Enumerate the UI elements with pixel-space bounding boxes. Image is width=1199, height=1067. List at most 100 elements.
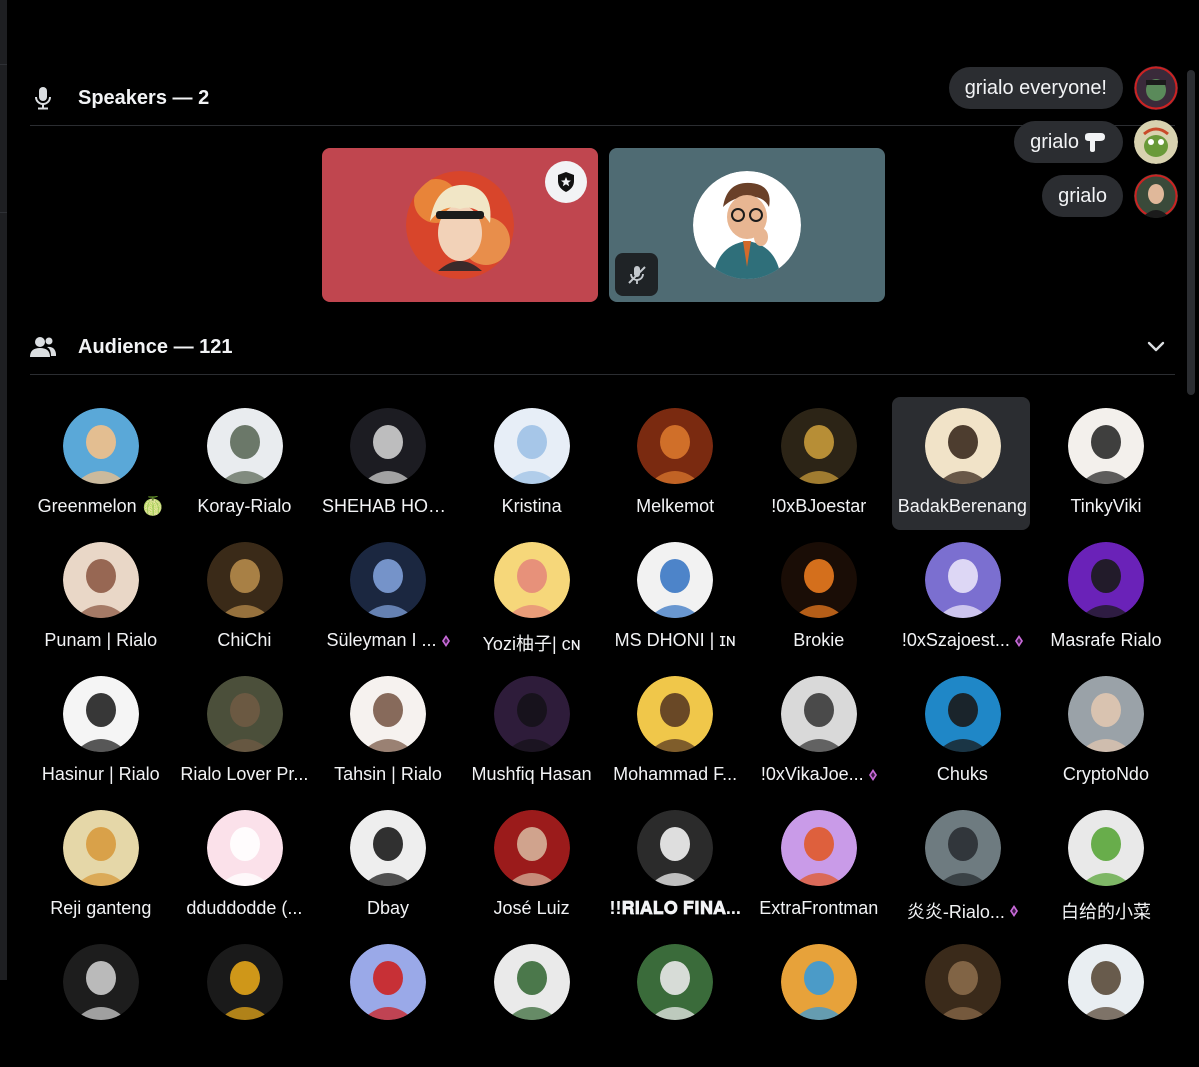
member-name: Yozi柚子| ᴄɴ: [482, 634, 581, 654]
people-icon: [30, 334, 56, 360]
left-panel-edge: [0, 0, 7, 980]
audience-member[interactable]: Greenmelon 🍈: [29, 397, 173, 531]
avatar[interactable]: [1068, 944, 1145, 1020]
audience-member[interactable]: !0xBJoestar: [747, 397, 891, 531]
avatar[interactable]: [1068, 676, 1145, 752]
avatar[interactable]: [350, 676, 427, 752]
audience-member[interactable]: Yozi柚子| ᴄɴ: [460, 531, 604, 665]
audience-member[interactable]: [1034, 933, 1178, 1067]
audience-member[interactable]: Rialo Lover Pr...: [173, 665, 317, 799]
audience-member[interactable]: Mohammad F...: [603, 665, 747, 799]
audience-member[interactable]: [460, 933, 604, 1067]
avatar[interactable]: [350, 810, 427, 886]
audience-member[interactable]: !0xVikaJoe...: [747, 665, 891, 799]
avatar[interactable]: [637, 810, 714, 886]
server-tag-gem-icon: [441, 634, 450, 647]
avatar[interactable]: [780, 944, 857, 1020]
audience-member[interactable]: [747, 933, 891, 1067]
audience-member[interactable]: Punam | Rialo: [29, 531, 173, 665]
avatar[interactable]: [637, 676, 714, 752]
audience-member[interactable]: dduddodde (...: [173, 799, 317, 933]
avatar[interactable]: [206, 810, 283, 886]
avatar[interactable]: [493, 542, 570, 618]
audience-member[interactable]: Tahsin | Rialo: [316, 665, 460, 799]
avatar[interactable]: [637, 944, 714, 1020]
audience-member[interactable]: [891, 933, 1035, 1067]
audience-member[interactable]: Masrafe Rialo: [1034, 531, 1178, 665]
avatar[interactable]: [493, 676, 570, 752]
chevron-down-icon[interactable]: [1145, 336, 1167, 358]
audience-member[interactable]: [603, 933, 747, 1067]
avatar[interactable]: [1068, 810, 1145, 886]
speaker-tile[interactable]: [322, 148, 598, 302]
avatar[interactable]: [63, 944, 139, 1020]
audience-member[interactable]: Hasinur | Rialo: [29, 665, 173, 799]
audience-member[interactable]: Brokie: [747, 531, 891, 665]
reaction-message: grialo: [1014, 120, 1178, 164]
avatar[interactable]: [637, 408, 714, 484]
audience-member[interactable]: 炎炎-Rialo...: [891, 799, 1035, 933]
avatar[interactable]: [350, 542, 427, 618]
audience-member[interactable]: BadakBerenang: [891, 397, 1035, 531]
audience-member[interactable]: José Luiz: [460, 799, 604, 933]
avatar[interactable]: [1134, 174, 1178, 218]
avatar[interactable]: [63, 676, 139, 752]
avatar[interactable]: [63, 408, 139, 484]
audience-member[interactable]: !0xSzajoest...: [891, 531, 1035, 665]
avatar[interactable]: [63, 542, 139, 618]
avatar[interactable]: [350, 408, 427, 484]
avatar[interactable]: [1134, 120, 1178, 164]
avatar[interactable]: [63, 810, 139, 886]
audience-member[interactable]: 白给的小菜: [1034, 799, 1178, 933]
avatar[interactable]: [637, 542, 714, 618]
avatar[interactable]: [1134, 66, 1178, 110]
audience-member[interactable]: Dbay: [316, 799, 460, 933]
avatar[interactable]: [493, 944, 570, 1020]
avatar[interactable]: [780, 810, 857, 886]
member-name: BadakBerenang: [897, 496, 1027, 516]
audience-header[interactable]: Audience — 121: [30, 320, 1175, 375]
audience-member[interactable]: ChiChi: [173, 531, 317, 665]
avatar[interactable]: [1068, 542, 1145, 618]
scrollbar-thumb[interactable]: [1187, 70, 1195, 395]
speaker-tile[interactable]: [609, 148, 885, 302]
avatar[interactable]: [350, 944, 427, 1020]
avatar[interactable]: [493, 810, 570, 886]
speaker-avatar[interactable]: [693, 171, 801, 279]
divider: [0, 64, 7, 65]
avatar[interactable]: [780, 676, 857, 752]
audience-member[interactable]: Mushfiq Hasan: [460, 665, 604, 799]
audience-member[interactable]: [173, 933, 317, 1067]
audience-member[interactable]: Reji ganteng: [29, 799, 173, 933]
avatar[interactable]: [924, 810, 1001, 886]
audience-member[interactable]: Kristina: [460, 397, 604, 531]
audience-member[interactable]: Süleyman I ...: [316, 531, 460, 665]
audience-member[interactable]: Koray-Rialo: [173, 397, 317, 531]
avatar[interactable]: [206, 408, 283, 484]
avatar[interactable]: [780, 542, 857, 618]
audience-member[interactable]: SHEHAB HOS...: [316, 397, 460, 531]
member-name-row: TinkyViki: [1036, 496, 1176, 517]
audience-member[interactable]: MS DHONI | ɪɴ: [603, 531, 747, 665]
avatar[interactable]: [1068, 408, 1145, 484]
audience-member[interactable]: [316, 933, 460, 1067]
audience-member[interactable]: Chuks: [891, 665, 1035, 799]
avatar[interactable]: [924, 676, 1001, 752]
audience-member[interactable]: CryptoNdo: [1034, 665, 1178, 799]
avatar[interactable]: [206, 944, 283, 1020]
avatar[interactable]: [924, 542, 1001, 618]
audience-member[interactable]: [29, 933, 173, 1067]
member-name-row: !0xVikaJoe...: [749, 764, 889, 785]
avatar[interactable]: [780, 408, 857, 484]
audience-member[interactable]: ExtraFrontman: [747, 799, 891, 933]
avatar[interactable]: [493, 408, 570, 484]
audience-member[interactable]: !!𝐑𝐈𝐀𝐋𝐎 𝐅𝐈𝐍𝐀...: [603, 799, 747, 933]
avatar[interactable]: [924, 944, 1001, 1020]
avatar[interactable]: [206, 676, 283, 752]
speaker-avatar[interactable]: [406, 171, 514, 279]
member-name: !0xSzajoest...: [901, 630, 1010, 650]
audience-member[interactable]: Melkemot: [603, 397, 747, 531]
avatar[interactable]: [206, 542, 283, 618]
avatar[interactable]: [924, 408, 1001, 484]
audience-member[interactable]: TinkyViki: [1034, 397, 1178, 531]
